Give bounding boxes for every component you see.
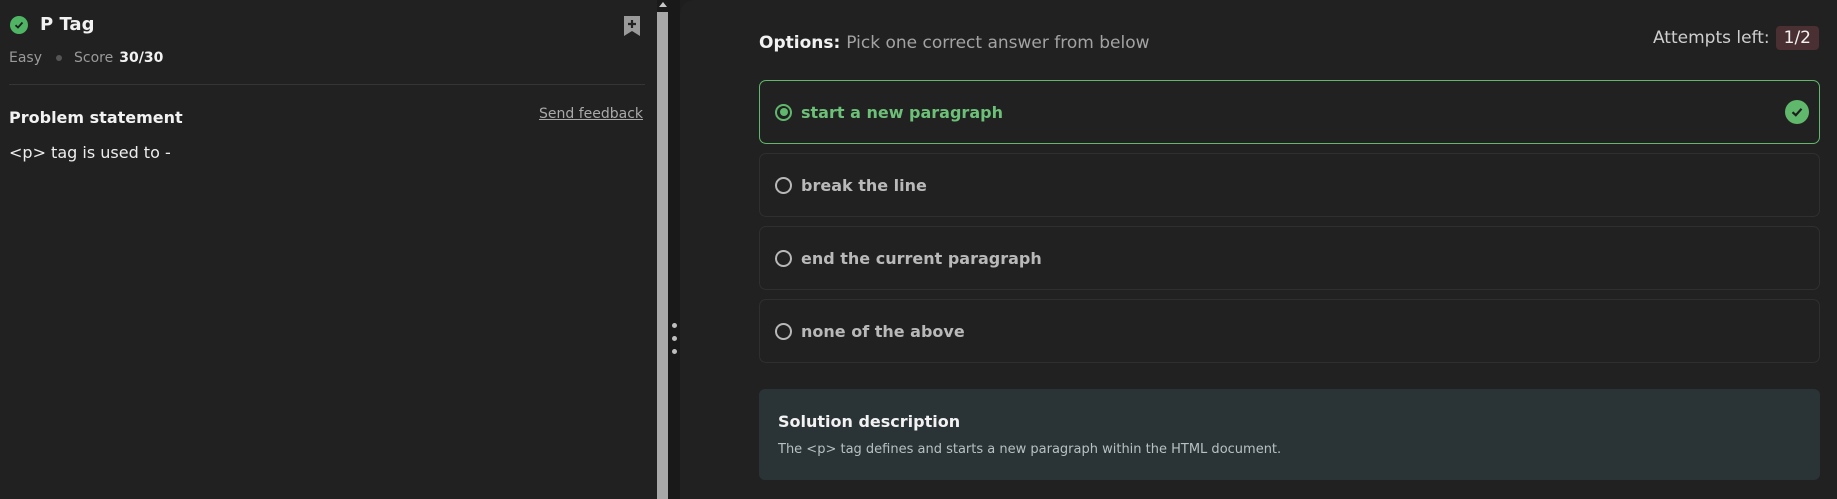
- divider: [9, 84, 645, 85]
- problem-meta: Easy Score 30/30: [9, 50, 163, 66]
- solution-text: The <p> tag defines and starts a new par…: [778, 442, 1282, 457]
- problem-statement: <p> tag is used to -: [9, 143, 171, 162]
- option-label: start a new paragraph: [801, 102, 1003, 122]
- option-2[interactable]: break the line: [759, 153, 1820, 217]
- options-panel: Options: Pick one correct answer from bel…: [680, 0, 1837, 499]
- radio-icon[interactable]: [775, 176, 792, 194]
- bookmark-add-icon[interactable]: [622, 14, 642, 38]
- problem-title: P Tag: [40, 14, 95, 35]
- option-3[interactable]: end the current paragraph: [759, 226, 1820, 290]
- problem-panel: P Tag Easy Score 30/30 Problem statement…: [0, 0, 657, 499]
- panel-splitter[interactable]: [668, 0, 680, 499]
- check-circle-icon: [10, 15, 28, 34]
- scrollbar[interactable]: [657, 0, 668, 499]
- drag-handle-icon[interactable]: [672, 323, 677, 354]
- scroll-up-arrow-icon[interactable]: [659, 2, 667, 7]
- attempts-label: Attempts left:: [1652, 28, 1770, 48]
- radio-selected-icon[interactable]: [775, 103, 792, 121]
- problem-header: P Tag: [10, 14, 94, 35]
- options-title: Options:: [759, 33, 841, 53]
- solution-box: Solution description The <p> tag defines…: [759, 389, 1820, 480]
- option-4[interactable]: none of the above: [759, 299, 1820, 363]
- score-label: Score: [74, 50, 114, 66]
- options-heading: Options: Pick one correct answer from bel…: [759, 33, 1150, 53]
- scroll-thumb[interactable]: [657, 12, 668, 499]
- option-label: end the current paragraph: [801, 248, 1042, 268]
- option-label: none of the above: [801, 321, 965, 341]
- difficulty-label: Easy: [9, 50, 43, 66]
- attempts-indicator: Attempts left: 1/2: [1653, 26, 1819, 50]
- send-feedback-link[interactable]: Send feedback: [539, 106, 643, 122]
- separator-dot: [56, 55, 63, 61]
- score-value: 30/30: [119, 50, 164, 66]
- option-label: break the line: [801, 175, 927, 195]
- statement-heading: Problem statement: [9, 108, 183, 127]
- options-subtitle: Pick one correct answer from below: [846, 33, 1150, 53]
- solution-title: Solution description: [778, 412, 961, 431]
- radio-icon[interactable]: [775, 249, 792, 267]
- attempts-badge: 1/2: [1775, 26, 1819, 50]
- option-1[interactable]: start a new paragraph: [759, 80, 1820, 144]
- check-circle-icon: [1785, 100, 1809, 124]
- radio-icon[interactable]: [775, 322, 792, 340]
